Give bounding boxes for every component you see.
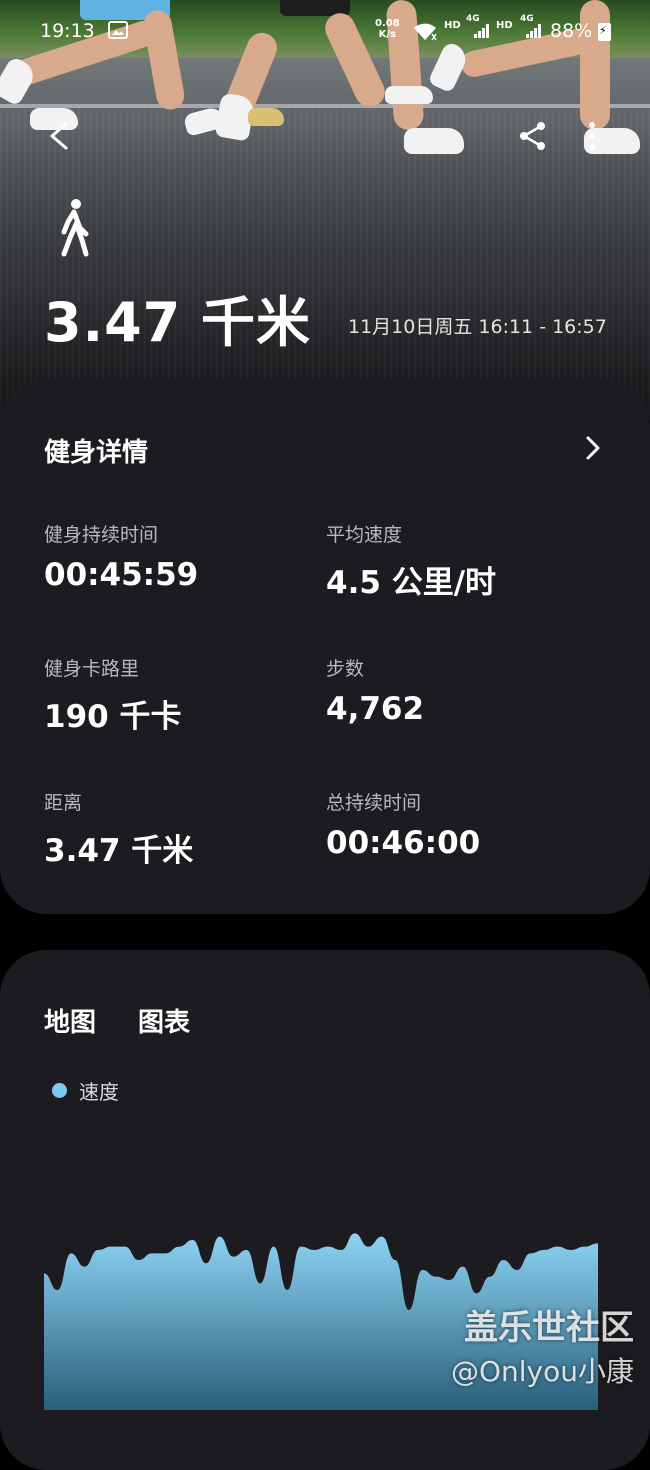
runner-shoe [385,86,433,104]
workout-details-card[interactable]: 健身详情 健身持续时间 00:45:59 平均速度 4.5 公里/时 健身卡路里… [0,380,650,914]
sim1-network-type: 4G [466,14,480,24]
stat-value: 3.47 千米 [44,833,194,869]
stat-value: 00:46:00 [326,825,481,861]
stat-label: 平均速度 [326,524,403,546]
chart-legend: 速度 [52,1076,119,1105]
battery-percentage: 88% [550,20,593,42]
runner-shoe [404,128,464,154]
status-bar: 19:13 0.08 K/s HD 4G HD 4G 88% [0,14,650,48]
stat-calories: 健身卡路里 190 千卡 [44,654,182,736]
road-texture [0,110,650,420]
sim2-network-type: 4G [520,14,534,24]
stat-label: 健身卡路里 [44,658,140,680]
stat-value: 00:45:59 [44,557,199,593]
stat-label: 总持续时间 [326,792,422,814]
status-time: 19:13 [40,20,95,42]
sim2-hd-label: HD [496,20,513,31]
road-line [0,104,650,108]
wifi-icon [414,23,437,41]
more-options-icon[interactable] [582,120,602,152]
stat-average-speed: 平均速度 4.5 公里/时 [326,520,496,602]
stat-value: 4.5 公里/时 [326,565,497,601]
network-speed-value: 0.08 [375,18,400,29]
stat-steps: 步数 4,762 [326,654,424,727]
stat-workout-duration: 健身持续时间 00:45:59 [44,520,198,593]
back-arrow-icon[interactable] [46,122,74,150]
watermark-community: 盖乐世社区 [464,1308,634,1348]
walk-icon [61,199,89,257]
stat-value: 190 千卡 [44,699,182,735]
share-icon[interactable] [518,120,548,152]
tab-chart[interactable]: 图表 [138,1002,190,1039]
signal-bars-icon [474,24,490,38]
hero-photo [0,0,650,420]
network-speed: 0.08 K/s [375,18,400,40]
legend-label: 速度 [79,1080,119,1104]
signal-bars-icon [526,24,542,38]
stat-label: 步数 [326,658,365,680]
sim1-hd-label: HD [444,20,461,31]
battery-icon [598,23,611,41]
chevron-right-icon[interactable] [584,434,602,462]
legend-dot [52,1083,67,1098]
total-distance-title: 3.47 千米 [44,291,312,354]
stat-distance: 距离 3.47 千米 [44,788,193,870]
watermark-author: @Onlyou小康 [450,1355,634,1388]
details-title: 健身详情 [44,438,149,468]
stat-label: 健身持续时间 [44,524,159,546]
runner-shoe [248,108,284,126]
gallery-icon [108,21,128,39]
stat-total-duration: 总持续时间 00:46:00 [326,788,480,861]
tab-map[interactable]: 地图 [44,1002,96,1039]
workout-date-range: 11月10日周五 16:11 - 16:57 [348,316,607,338]
stat-label: 距离 [44,792,83,814]
stat-value: 4,762 [326,691,425,727]
network-speed-unit: K/s [378,29,397,40]
chart-card: 地图 图表 速度 [0,950,650,1470]
